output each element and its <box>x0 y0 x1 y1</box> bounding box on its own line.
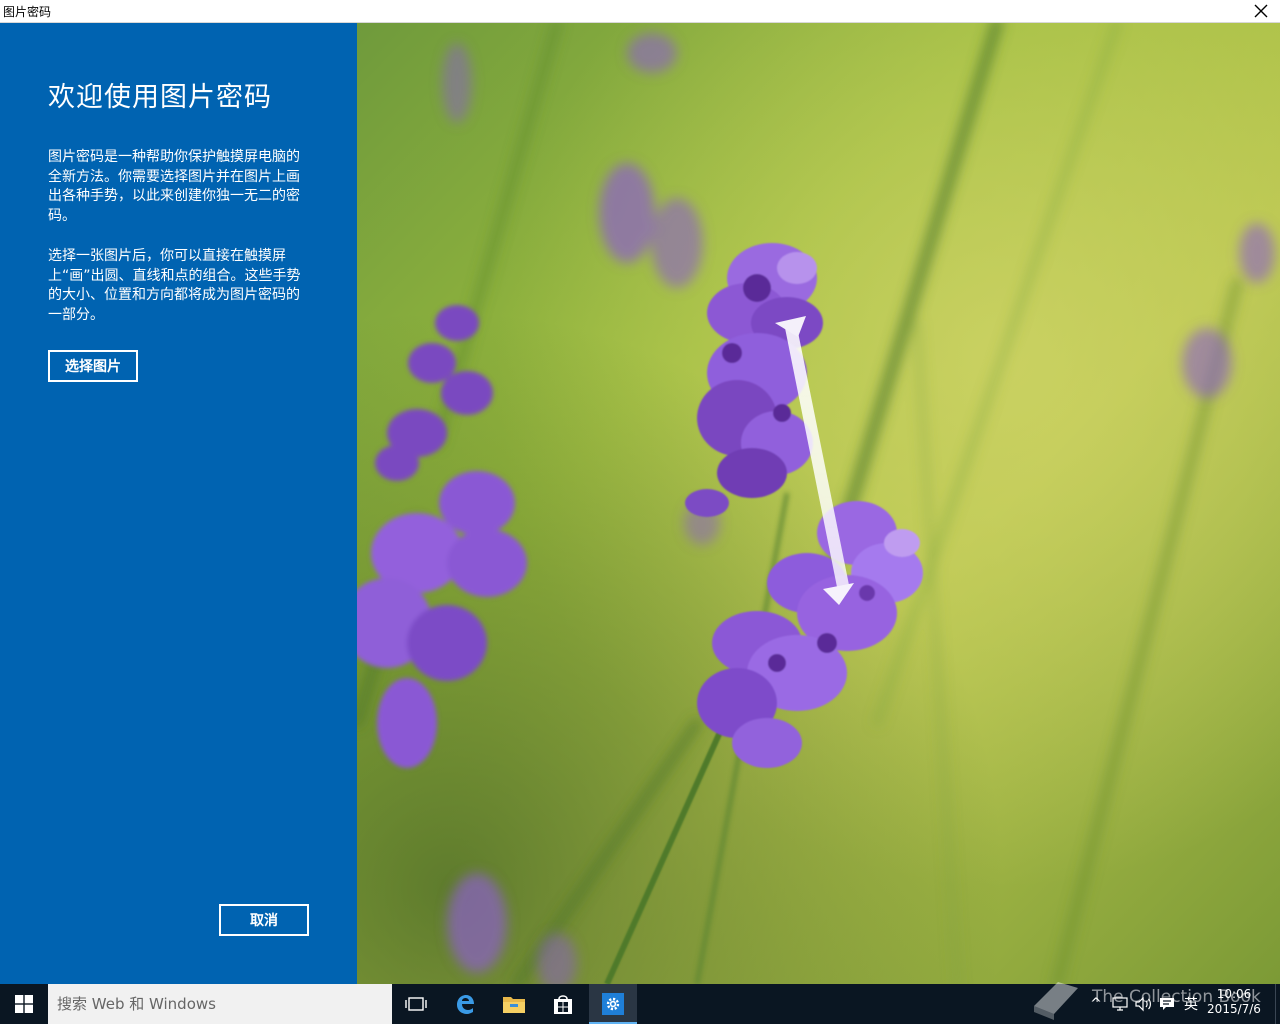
file-explorer-button[interactable] <box>490 984 538 1024</box>
close-icon <box>1254 4 1268 18</box>
lavender-image <box>357 23 1280 984</box>
close-button[interactable] <box>1246 0 1276 22</box>
network-button[interactable] <box>1108 984 1132 1024</box>
input-language-button[interactable]: 英 <box>1180 984 1202 1024</box>
taskbar: The Collection Book ^ 英 10:06 <box>0 982 1280 1024</box>
settings-icon <box>602 993 624 1015</box>
screen: 图片密码 欢迎使用图片密码 图片密码是一种帮助你保护触摸屏电脑的全新方法。你需要… <box>0 0 1280 1024</box>
store-button[interactable] <box>539 984 587 1024</box>
edge-button[interactable] <box>441 984 489 1024</box>
clock-date: 2015/7/6 <box>1207 1002 1261 1016</box>
file-explorer-icon <box>503 997 525 1013</box>
edge-icon <box>457 995 474 1014</box>
network-icon <box>1112 997 1128 1011</box>
search-box[interactable] <box>48 984 392 1024</box>
volume-icon <box>1135 996 1151 1012</box>
action-center-button[interactable] <box>1156 984 1178 1024</box>
intro-paragraph-1: 图片密码是一种帮助你保护触摸屏电脑的全新方法。你需要选择图片并在图片上画出各种手… <box>48 149 300 224</box>
title-bar: 图片密码 <box>0 0 1280 23</box>
cancel-button[interactable]: 取消 <box>219 904 309 936</box>
volume-button[interactable] <box>1132 984 1156 1024</box>
task-view-icon <box>405 997 427 1011</box>
start-button[interactable] <box>0 984 48 1024</box>
show-desktop-button[interactable] <box>1275 984 1280 1024</box>
store-icon <box>554 995 572 1014</box>
show-hidden-icons-button[interactable]: ^ <box>1087 984 1105 1024</box>
intro-paragraph-2: 选择一张图片后，你可以直接在触摸屏上“画”出圆、直线和点的组合。这些手势的大小、… <box>48 248 301 323</box>
panel-heading: 欢迎使用图片密码 <box>48 82 272 113</box>
ime-indicator: 英 <box>1184 997 1198 1013</box>
clock[interactable]: 10:06 2015/7/6 <box>1204 987 1264 1017</box>
choose-picture-button[interactable]: 选择图片 <box>48 350 138 382</box>
settings-button[interactable] <box>589 984 637 1024</box>
window-title: 图片密码 <box>3 5 52 19</box>
clock-time: 10:06 <box>1216 987 1252 1001</box>
chevron-up-icon: ^ <box>1090 996 1102 1012</box>
intro-panel: 欢迎使用图片密码 图片密码是一种帮助你保护触摸屏电脑的全新方法。你需要选择图片并… <box>0 23 357 984</box>
password-picture[interactable] <box>357 23 1280 984</box>
windows-logo-icon <box>15 995 33 1013</box>
book-watermark-icon <box>1034 982 1078 1020</box>
task-view-button[interactable] <box>392 984 440 1024</box>
notification-icon <box>1160 998 1174 1010</box>
search-input[interactable] <box>48 984 392 1024</box>
